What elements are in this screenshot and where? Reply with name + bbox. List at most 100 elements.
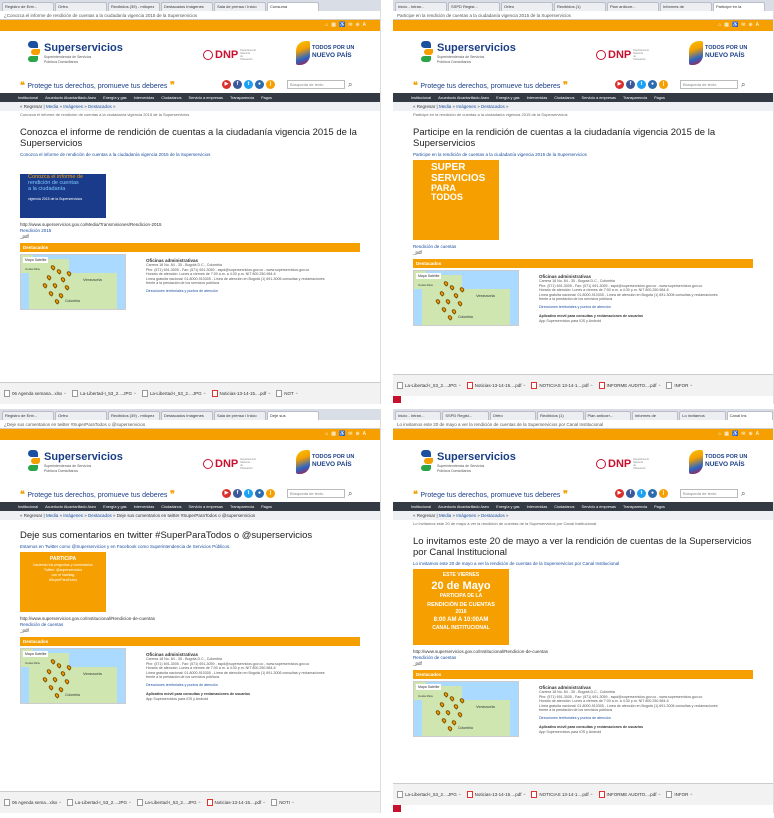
nav-item[interactable]: Transparencia	[230, 505, 254, 509]
article-image[interactable]: ESTE VIERNES 20 de Mayo PARTICIPA DE LA REN…	[413, 569, 509, 645]
logo-title[interactable]: Superservicios	[437, 451, 516, 463]
nav-item[interactable]: Intervenidas	[527, 96, 548, 100]
chevron-up-icon[interactable]: ^	[129, 800, 131, 805]
browser-tab[interactable]: Canal Ins	[726, 411, 773, 420]
download-item[interactable]: La-Libertad-I_53_2....JPG ^	[136, 799, 201, 806]
breadcrumb-item[interactable]: « Regresar	[20, 513, 42, 518]
offices-map[interactable]: Mapa Satélite Venezuela Costa Rica Colombia	[20, 648, 126, 704]
superservicios-logo-icon[interactable]	[421, 450, 433, 472]
flickr-icon[interactable]: ●	[648, 80, 657, 89]
map-type-tabs[interactable]: Mapa Satélite	[416, 273, 442, 279]
browser-tab[interactable]: Consuma	[267, 2, 319, 11]
nav-item[interactable]: Acueducto Alcantarillado Aseo	[438, 96, 489, 100]
browser-tab[interactable]: Orfeo	[489, 411, 537, 420]
download-item[interactable]: La-Libertad-I_53_2....JPG ^	[397, 791, 461, 798]
utility-icon[interactable]: ▦	[331, 432, 336, 437]
search-icon[interactable]: ⌕	[741, 489, 745, 498]
superservicios-logo-icon[interactable]	[421, 41, 433, 63]
utility-icon[interactable]: ⌂	[718, 432, 721, 437]
logo-title[interactable]: Superservicios	[437, 42, 516, 54]
nav-item[interactable]: Servicio a empresas	[582, 96, 616, 100]
download-item[interactable]: INFORME AUDITO....pdf ^	[598, 791, 660, 798]
browser-tab[interactable]: Registro de Entr...	[2, 411, 54, 420]
nav-item[interactable]: Ciudadanos	[554, 505, 574, 509]
nav-item[interactable]: Pagos	[654, 505, 665, 509]
chevron-up-icon[interactable]: ^	[296, 391, 298, 396]
browser-tab[interactable]: Recibidos (39) - mtlopez	[108, 411, 160, 420]
youtube-icon[interactable]: ▶	[222, 80, 231, 89]
utility-icon[interactable]: ✉	[348, 23, 352, 28]
utility-icon[interactable]: ✉	[741, 23, 745, 28]
browser-tab[interactable]: Sala de prensa / Inicio	[214, 411, 266, 420]
dnp-logo[interactable]: DNP Departamento Nacional de Planeación	[203, 458, 256, 470]
nav-item[interactable]: Energía y gas	[496, 505, 519, 509]
chevron-up-icon[interactable]: ^	[199, 800, 201, 805]
utility-icon[interactable]: A	[363, 23, 366, 28]
utility-icon[interactable]: ♿	[732, 432, 738, 437]
download-item[interactable]: La-Libertad-I_53_2....JPG ^	[72, 390, 136, 397]
superservicios-logo-icon[interactable]	[28, 41, 40, 63]
youtube-icon[interactable]: ▶	[615, 80, 624, 89]
browser-tab[interactable]: Plan anticorr...	[607, 2, 659, 11]
nav-item[interactable]: Acueducto Alcantarillado Aseo	[45, 505, 96, 509]
breadcrumb-item[interactable]: Imágenes	[456, 104, 476, 109]
download-item[interactable]: Noticias-13-14-15....pdf ^	[211, 390, 270, 397]
chevron-up-icon[interactable]: ^	[263, 800, 265, 805]
utility-icon[interactable]: A	[756, 432, 759, 437]
address-bar[interactable]: ¿Deje sus comentarios en twitter #SuperP…	[0, 420, 380, 429]
breadcrumb-item[interactable]: Destacados	[481, 513, 505, 518]
utility-icon[interactable]: A	[363, 432, 366, 437]
app-icon[interactable]	[393, 396, 401, 403]
rss-icon[interactable]: )	[659, 489, 668, 498]
address-bar[interactable]: Participe en la rendición de cuentas a l…	[393, 11, 773, 20]
offices-map[interactable]: Mapa Satélite Venezuela Costa Rica Colombia	[20, 254, 126, 310]
browser-tab[interactable]: Orfeo	[501, 2, 553, 11]
breadcrumb-item[interactable]: Media	[46, 104, 58, 109]
facebook-icon[interactable]: f	[233, 80, 242, 89]
browser-tab[interactable]: Orfeo	[55, 411, 107, 420]
utility-icon[interactable]: ⊕	[748, 23, 752, 28]
utility-icon[interactable]: ♿	[339, 23, 345, 28]
download-item[interactable]: NOT ^	[276, 390, 298, 397]
youtube-icon[interactable]: ▶	[615, 489, 624, 498]
breadcrumb-item[interactable]: Destacados	[481, 104, 505, 109]
browser-tab[interactable]: Destacados Imágenes	[161, 411, 213, 420]
article-image[interactable]: PARTICIPA haciendo tus preguntas y coment…	[20, 552, 106, 612]
office-link[interactable]: Direcciones territoriales y puntos de at…	[539, 716, 759, 721]
breadcrumb-item[interactable]: « Regresar	[413, 513, 435, 518]
chevron-up-icon[interactable]: ^	[459, 383, 461, 388]
download-item[interactable]: INFOR ^	[666, 791, 692, 798]
utility-icon[interactable]: ⊕	[355, 432, 359, 437]
search-icon[interactable]: ⌕	[348, 80, 352, 89]
flickr-icon[interactable]: ●	[255, 80, 264, 89]
browser-tab[interactable]: Lo invitamos	[679, 411, 726, 420]
nav-item[interactable]: Pagos	[261, 505, 272, 509]
map-type-tabs[interactable]: Mapa Satélite	[416, 684, 442, 690]
nav-item[interactable]: Ciudadanos	[161, 505, 181, 509]
facebook-icon[interactable]: f	[233, 489, 242, 498]
nav-item[interactable]: Intervenidas	[134, 96, 155, 100]
download-item[interactable]: La-Libertad-I_53_2....JPG ^	[141, 390, 206, 397]
search-icon[interactable]: ⌕	[741, 80, 745, 89]
rss-icon[interactable]: )	[659, 80, 668, 89]
utility-icon[interactable]: ✉	[348, 432, 352, 437]
nav-item[interactable]: Intervenidas	[134, 505, 155, 509]
address-bar[interactable]: ¿Conozca el informe de rendición de cuen…	[0, 11, 380, 20]
download-item[interactable]: Noticias-13-14-15....pdf ^	[466, 791, 525, 798]
utility-icon[interactable]: ▦	[331, 23, 336, 28]
nav-item[interactable]: Pagos	[654, 96, 665, 100]
superservicios-logo-icon[interactable]	[28, 450, 40, 472]
logo-title[interactable]: Superservicios	[44, 451, 123, 463]
utility-icon[interactable]: ♿	[732, 23, 738, 28]
office-link[interactable]: Direcciones territoriales y puntos de at…	[146, 289, 366, 294]
youtube-icon[interactable]: ▶	[222, 489, 231, 498]
download-item[interactable]: Noticias-13-14-15....pdf ^	[466, 382, 525, 389]
utility-icon[interactable]: ♿	[339, 432, 345, 437]
offices-map[interactable]: Mapa Satélite Venezuela Costa Rica Colombia	[413, 681, 519, 737]
nav-item[interactable]: Institucional	[18, 505, 38, 509]
download-item[interactable]: INFOR ^	[666, 382, 692, 389]
map-type-tabs[interactable]: Mapa Satélite	[23, 257, 49, 263]
facebook-icon[interactable]: f	[626, 80, 635, 89]
chevron-up-icon[interactable]: ^	[658, 792, 660, 797]
download-item[interactable]: Noticias-13-14-15....pdf ^	[206, 799, 265, 806]
